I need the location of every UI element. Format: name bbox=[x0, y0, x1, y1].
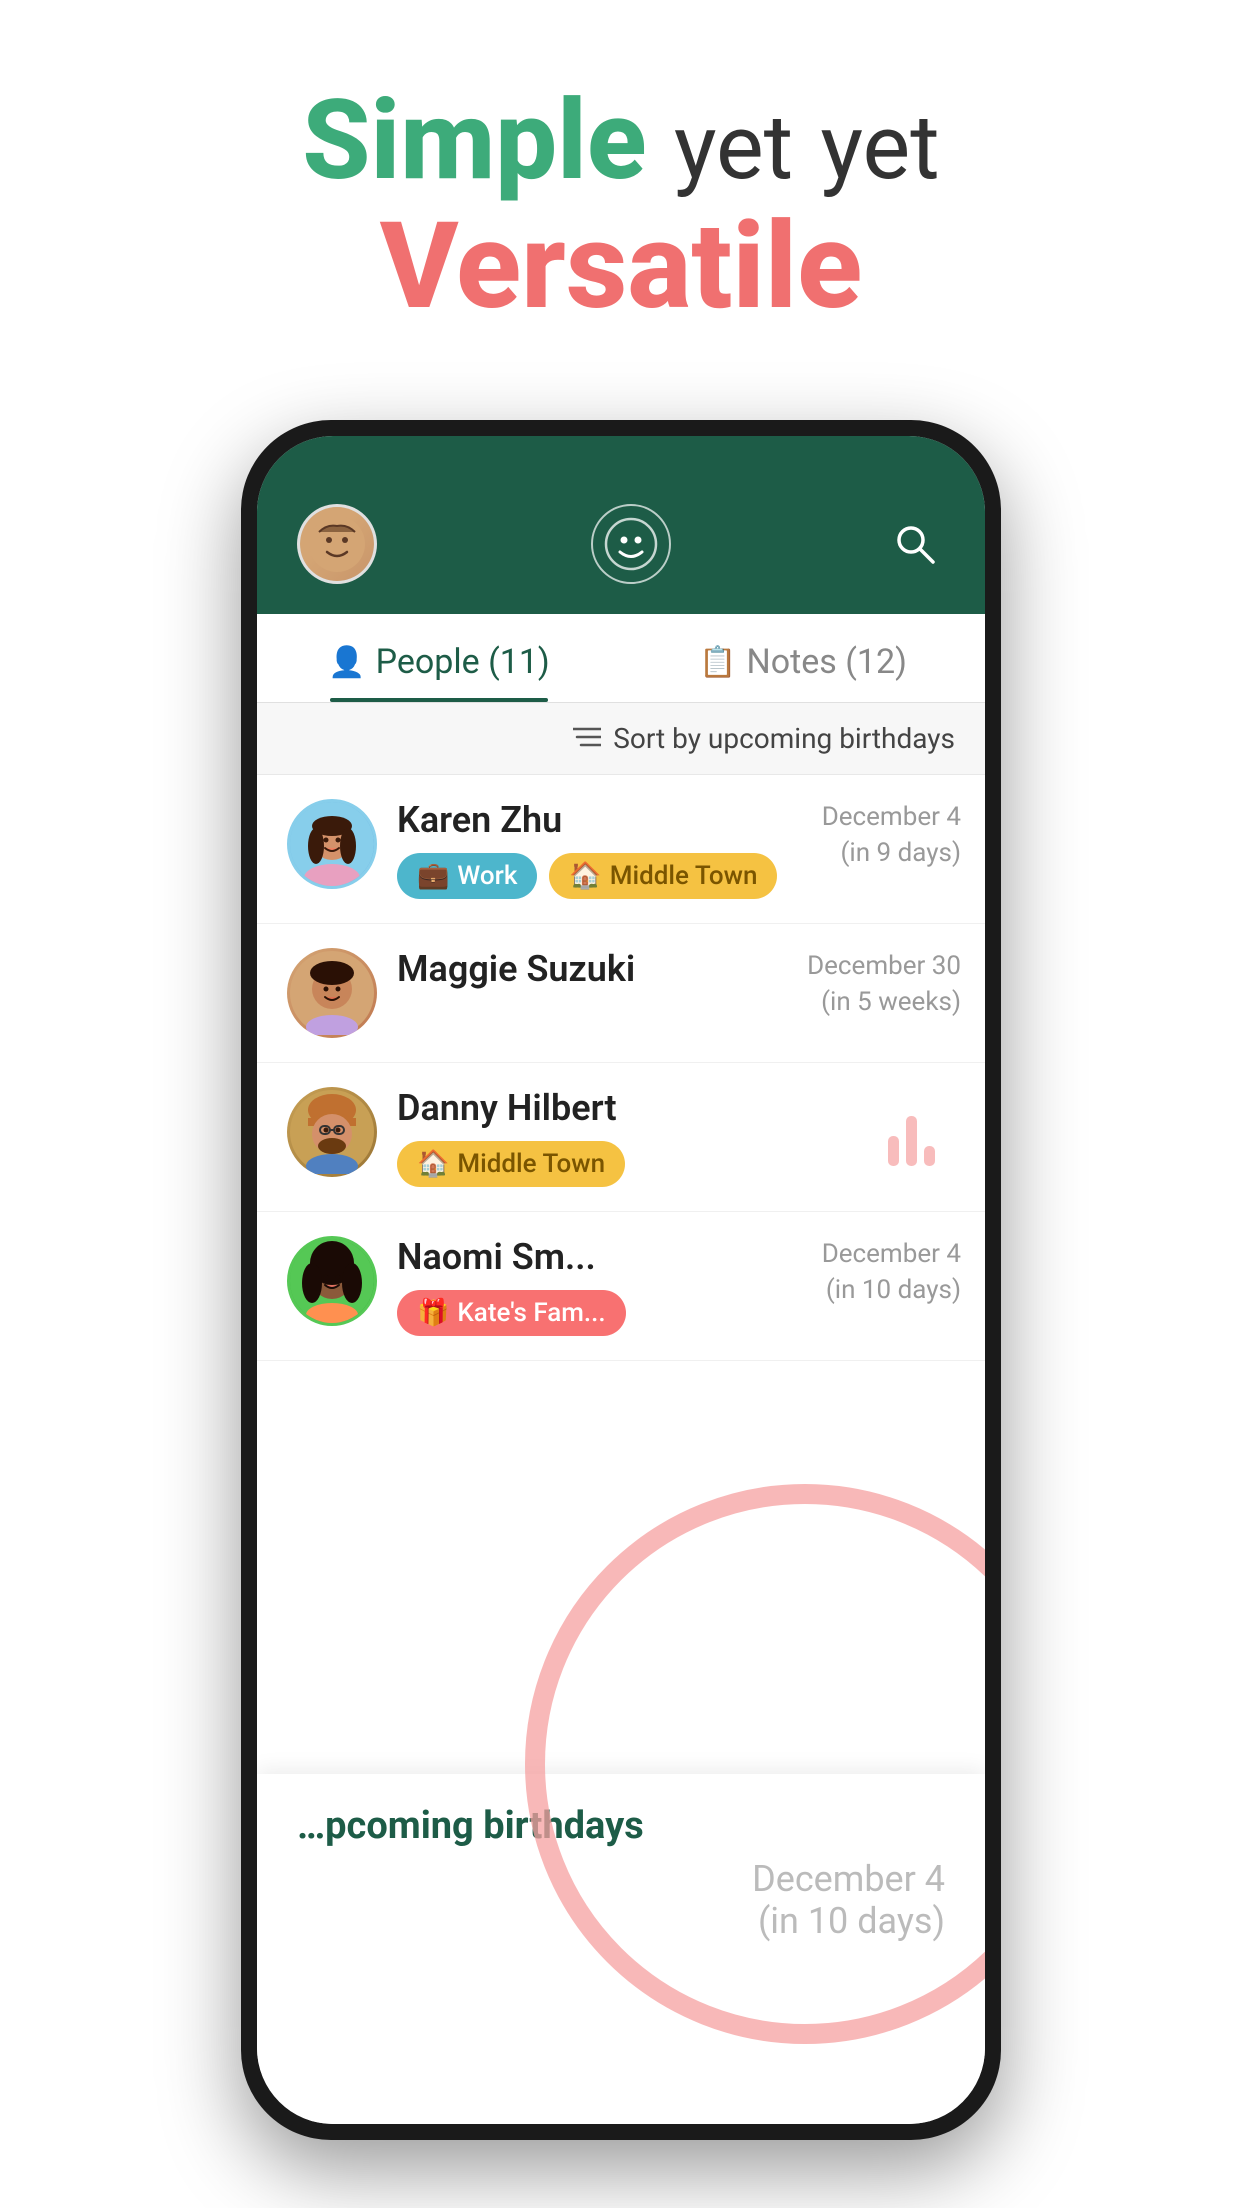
tags-danny: 🏠 Middle Town bbox=[397, 1141, 955, 1187]
date-naomi-rel: (in 10 days) bbox=[822, 1272, 961, 1308]
hero-simple: Simple bbox=[302, 76, 646, 205]
work-icon: 💼 bbox=[417, 861, 449, 891]
phone-screen: 👤 People (11) 📋 Notes (12) Sort bbox=[257, 436, 985, 2124]
tag-middletown: 🏠 Middle Town bbox=[549, 853, 777, 899]
hero-yet: yet bbox=[674, 95, 793, 200]
sort-bar[interactable]: Sort by upcoming birthdays bbox=[257, 703, 985, 775]
date-karen: December 4 (in 9 days) bbox=[822, 799, 961, 872]
date-maggie-day: December 30 bbox=[807, 948, 961, 984]
people-icon: 👤 bbox=[328, 645, 365, 680]
date-maggie: December 30 (in 5 weeks) bbox=[807, 948, 961, 1021]
danny-town-label: Middle Town bbox=[457, 1149, 605, 1179]
user-avatar-face bbox=[300, 504, 374, 584]
info-danny: Danny Hilbert 🏠 Middle Town bbox=[397, 1087, 955, 1187]
date-karen-day: December 4 bbox=[822, 799, 961, 835]
tabs-bar: 👤 People (11) 📋 Notes (12) bbox=[257, 614, 985, 703]
tooltip-date: December 4 (in 10 days) bbox=[297, 1858, 945, 1942]
hero-yet-word: yet bbox=[821, 95, 940, 200]
hero-versatile: Versatile bbox=[0, 201, 1242, 333]
tooltip-date-line2: (in 10 days) bbox=[297, 1900, 945, 1942]
avatar-naomi bbox=[287, 1236, 377, 1326]
tooltip-prefix: … bbox=[297, 1804, 325, 1848]
contact-item-karen[interactable]: Karen Zhu 💼 Work 🏠 Middle Town bbox=[257, 775, 985, 924]
phone-mockup: 👤 People (11) 📋 Notes (12) Sort bbox=[241, 420, 1001, 2140]
app-logo bbox=[591, 504, 671, 584]
search-button[interactable] bbox=[885, 514, 945, 574]
naomi-face bbox=[290, 1239, 374, 1323]
notes-icon: 📋 bbox=[699, 645, 736, 680]
tooltip-popup: …pcoming birthdays December 4 (in 10 day… bbox=[257, 1774, 985, 2124]
avatar-karen bbox=[287, 799, 377, 889]
karen-face bbox=[290, 802, 374, 886]
sort-label: Sort by upcoming birthdays bbox=[613, 722, 955, 755]
tab-notes-label: Notes (12) bbox=[746, 642, 906, 682]
user-face-svg bbox=[307, 514, 367, 574]
town-label: Middle Town bbox=[610, 861, 758, 891]
danny-town-icon: 🏠 bbox=[417, 1149, 449, 1179]
date-maggie-rel: (in 5 weeks) bbox=[807, 984, 961, 1020]
maggie-face bbox=[290, 951, 374, 1035]
name-danny: Danny Hilbert bbox=[397, 1087, 955, 1129]
tag-naomi-family: 🎁 Kate's Fam... bbox=[397, 1290, 626, 1336]
sort-icon bbox=[573, 721, 601, 756]
naomi-family-icon: 🎁 bbox=[417, 1298, 449, 1328]
tooltip-title: …pcoming birthdays bbox=[297, 1804, 945, 1848]
tag-work: 💼 Work bbox=[397, 853, 537, 899]
date-karen-rel: (in 9 days) bbox=[822, 835, 961, 871]
naomi-family-label: Kate's Fam... bbox=[457, 1298, 605, 1328]
tooltip-date-line1: December 4 bbox=[297, 1858, 945, 1900]
avatar-danny bbox=[287, 1087, 377, 1177]
app-logo-svg bbox=[604, 517, 658, 571]
tab-people[interactable]: 👤 People (11) bbox=[257, 614, 621, 702]
danny-face bbox=[290, 1090, 374, 1174]
work-label: Work bbox=[457, 861, 517, 891]
tab-notes[interactable]: 📋 Notes (12) bbox=[621, 614, 985, 702]
date-naomi: December 4 (in 10 days) bbox=[822, 1236, 961, 1309]
contact-item-danny[interactable]: Danny Hilbert 🏠 Middle Town bbox=[257, 1063, 985, 1212]
phone-outer: 👤 People (11) 📋 Notes (12) Sort bbox=[241, 420, 1001, 2140]
date-naomi-day: December 4 bbox=[822, 1236, 961, 1272]
user-avatar[interactable] bbox=[297, 504, 377, 584]
status-bar bbox=[257, 436, 985, 486]
contact-item-naomi[interactable]: Naomi Sm... 🎁 Kate's Fam... December 4 (… bbox=[257, 1212, 985, 1361]
tab-people-label: People (11) bbox=[376, 642, 550, 682]
hero-section: Simple yet yet Versatile bbox=[0, 0, 1242, 393]
contact-list: Karen Zhu 💼 Work 🏠 Middle Town bbox=[257, 775, 985, 1361]
avatar-maggie bbox=[287, 948, 377, 1038]
contact-item-maggie[interactable]: Maggie Suzuki December 30 (in 5 weeks) bbox=[257, 924, 985, 1063]
app-header bbox=[257, 486, 985, 614]
tag-danny-town: 🏠 Middle Town bbox=[397, 1141, 625, 1187]
sort-lines-icon bbox=[573, 726, 601, 748]
search-icon bbox=[893, 522, 937, 566]
town-icon: 🏠 bbox=[569, 861, 601, 891]
